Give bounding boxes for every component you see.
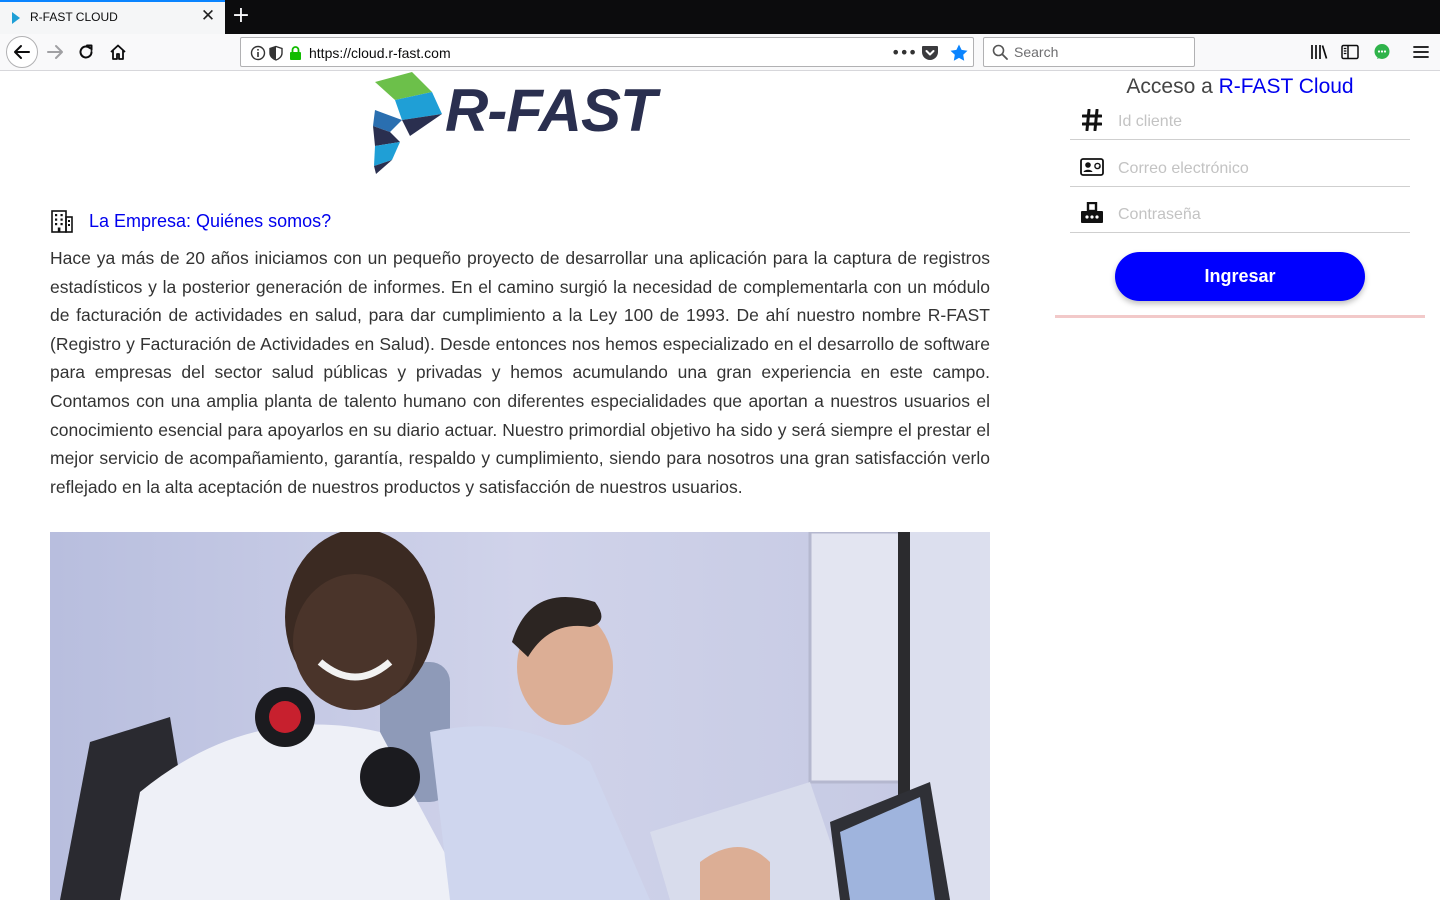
close-tab-icon[interactable]: ✕ [199, 7, 217, 25]
login-title-prefix: Acceso a [1126, 75, 1219, 98]
client-id-input[interactable] [1118, 110, 1398, 134]
team-photo [50, 532, 990, 900]
hashtag-icon [1080, 108, 1104, 132]
client-id-field [1070, 100, 1410, 140]
id-card-icon [1080, 155, 1104, 179]
login-button[interactable]: Ingresar [1115, 252, 1365, 301]
logo-wordmark: R-FAST [445, 77, 657, 144]
favicon-icon [12, 12, 20, 24]
new-tab-button[interactable]: + [230, 3, 252, 29]
password-input[interactable] [1118, 203, 1398, 227]
page-actions-icon[interactable]: ••• [891, 43, 917, 62]
email-input[interactable] [1118, 157, 1398, 181]
lock-icon [1080, 201, 1104, 225]
section-heading: La Empresa: Quiénes somos? [50, 206, 331, 236]
address-bar[interactable]: https://cloud.r-fast.com ••• [240, 37, 974, 67]
tab-strip: R-FAST CLOUD ✕ + [0, 0, 1440, 34]
tab-rfast-cloud[interactable]: R-FAST CLOUD ✕ [0, 0, 225, 34]
search-icon [992, 44, 1008, 64]
login-title: Acceso a R-FAST Cloud [1055, 75, 1425, 99]
search-input[interactable] [1014, 43, 1184, 61]
building-icon [51, 210, 73, 233]
password-field [1070, 193, 1410, 233]
chat-extension-icon[interactable] [1372, 42, 1392, 62]
r-fast-logo: R-FAST [370, 70, 670, 178]
hamburger-menu-icon[interactable] [1411, 42, 1431, 62]
home-icon [110, 44, 126, 60]
arrow-right-icon [47, 45, 63, 59]
section-title: La Empresa: Quiénes somos? [89, 210, 332, 231]
url-text[interactable]: https://cloud.r-fast.com [309, 45, 451, 61]
search-bar[interactable] [983, 37, 1195, 67]
library-icon[interactable] [1309, 42, 1329, 62]
home-button[interactable] [103, 37, 133, 67]
about-paragraph: Hace ya más de 20 años iniciamos con un … [50, 248, 990, 497]
arrow-left-icon [14, 45, 30, 59]
reload-icon [79, 44, 93, 59]
login-title-brand: R-FAST Cloud [1218, 75, 1354, 98]
logo-mark-icon [373, 72, 442, 174]
navigation-toolbar: https://cloud.r-fast.com ••• [0, 34, 1440, 71]
reload-button[interactable] [71, 37, 101, 67]
forward-button[interactable] [40, 37, 70, 67]
site-info-icon[interactable] [250, 45, 302, 65]
team-photo-image [50, 532, 990, 900]
email-field [1070, 147, 1410, 187]
login-divider [1055, 315, 1425, 318]
tab-title: R-FAST CLOUD [30, 10, 118, 24]
back-button[interactable] [6, 36, 38, 68]
bookmark-star-icon[interactable] [949, 43, 969, 67]
sidebar-icon[interactable] [1340, 42, 1360, 62]
pocket-icon[interactable] [921, 45, 939, 65]
